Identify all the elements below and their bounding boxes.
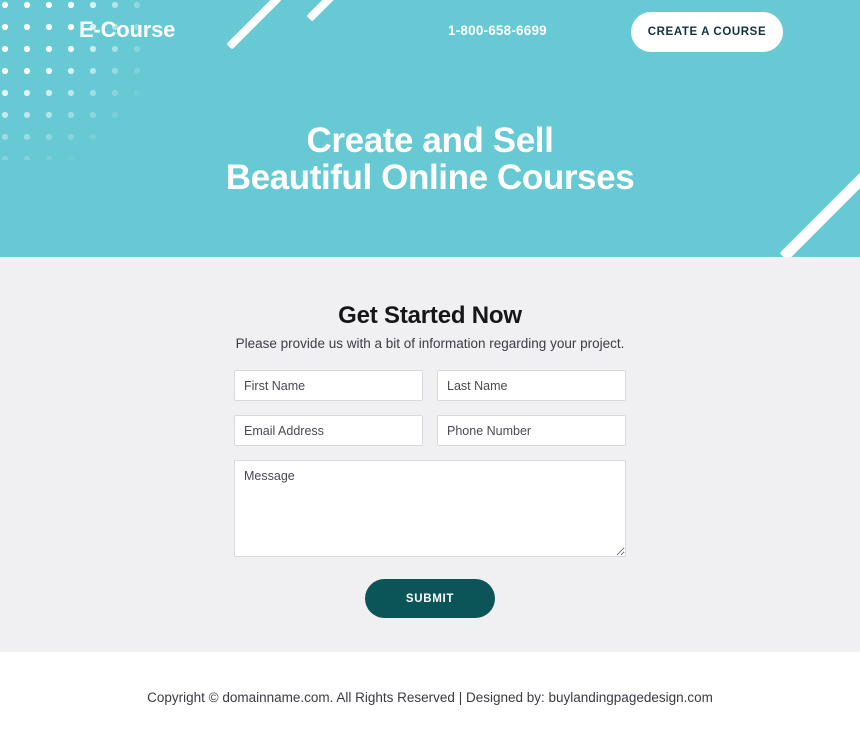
email-address-input[interactable]	[234, 415, 423, 446]
hero-section: E-Course 1-800-658-6699 CREATE A COURSE …	[0, 0, 860, 257]
get-started-form-section: Get Started Now Please provide us with a…	[0, 257, 860, 652]
form-title: Get Started Now	[338, 302, 522, 329]
hero-headline-line-2: Beautiful Online Courses	[225, 158, 635, 198]
copyright-text: Copyright © domainname.com. All Rights R…	[147, 690, 713, 705]
hero-headline-line-1: Create and Sell	[306, 121, 554, 160]
footer-section: Copyright © domainname.com. All Rights R…	[0, 652, 860, 742]
message-textarea[interactable]	[234, 460, 626, 557]
last-name-input[interactable]	[437, 370, 626, 401]
header-bar: E-Course 1-800-658-6699 CREATE A COURSE	[0, 0, 860, 62]
form-subtitle: Please provide us with a bit of informat…	[235, 336, 625, 351]
hero-headline: Create and Sell Beautiful Online Courses	[0, 122, 860, 197]
name-field-row	[234, 370, 626, 401]
landing-page: E-Course 1-800-658-6699 CREATE A COURSE …	[0, 0, 860, 742]
create-a-course-button[interactable]: CREATE A COURSE	[631, 12, 783, 52]
first-name-input[interactable]	[234, 370, 423, 401]
phone-number-input[interactable]	[437, 415, 626, 446]
submit-button[interactable]: SUBMIT	[365, 579, 495, 618]
phone-number[interactable]: 1-800-658-6699	[448, 24, 547, 38]
site-logo[interactable]: E-Course	[79, 19, 175, 41]
submit-button-row: SUBMIT	[234, 579, 626, 618]
contact-form: SUBMIT	[234, 370, 626, 618]
contact-field-row	[234, 415, 626, 446]
